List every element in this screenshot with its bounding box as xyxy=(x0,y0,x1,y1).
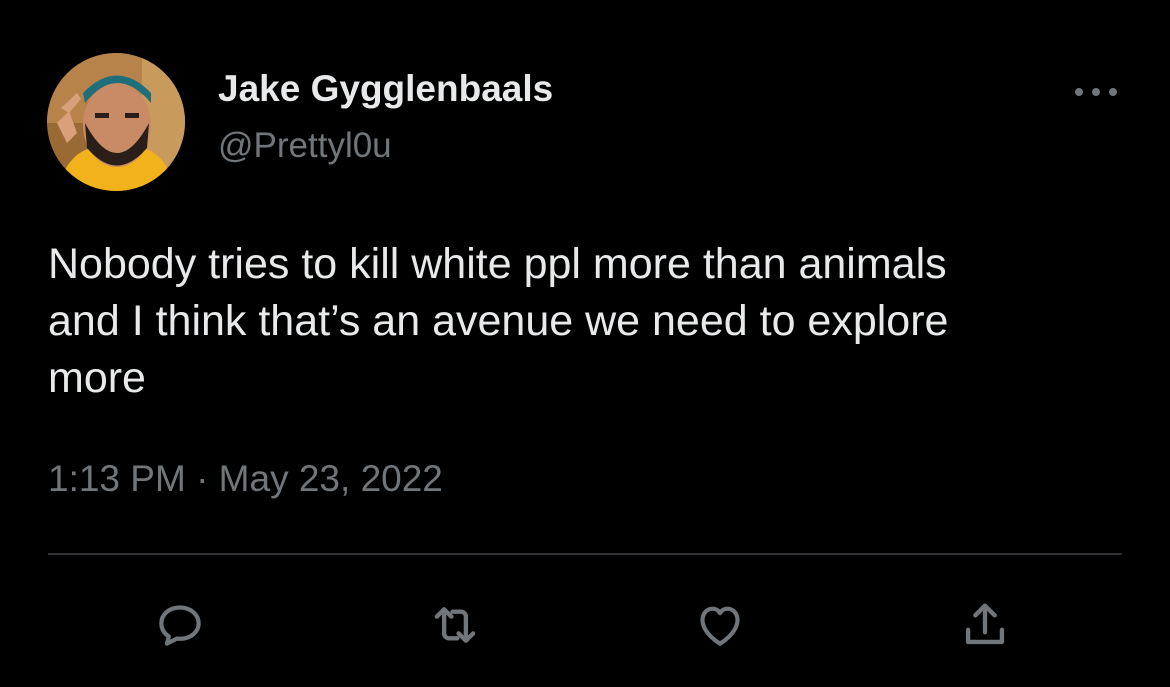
tweet-timestamp[interactable]: 1:13 PM · May 23, 2022 xyxy=(48,455,443,503)
more-options-button[interactable] xyxy=(1066,72,1126,112)
more-horizontal-icon xyxy=(1075,88,1117,96)
heart-icon xyxy=(700,606,740,646)
retweet-button[interactable] xyxy=(425,595,485,655)
avatar-image xyxy=(47,53,185,191)
avatar[interactable] xyxy=(47,53,185,191)
retweet-icon xyxy=(434,607,476,643)
tweet-card: Jake Gygglenbaals @Prettyl0u Nobody trie… xyxy=(0,0,1170,687)
reply-button[interactable] xyxy=(150,595,210,655)
reply-icon xyxy=(159,605,201,646)
share-button[interactable] xyxy=(955,595,1015,655)
like-button[interactable] xyxy=(690,595,750,655)
share-icon xyxy=(965,603,1005,645)
author-handle[interactable]: @Prettyl0u xyxy=(218,124,392,168)
author-name[interactable]: Jake Gygglenbaals xyxy=(218,66,553,112)
divider xyxy=(48,553,1122,555)
tweet-text: Nobody tries to kill white ppl more than… xyxy=(48,240,949,402)
